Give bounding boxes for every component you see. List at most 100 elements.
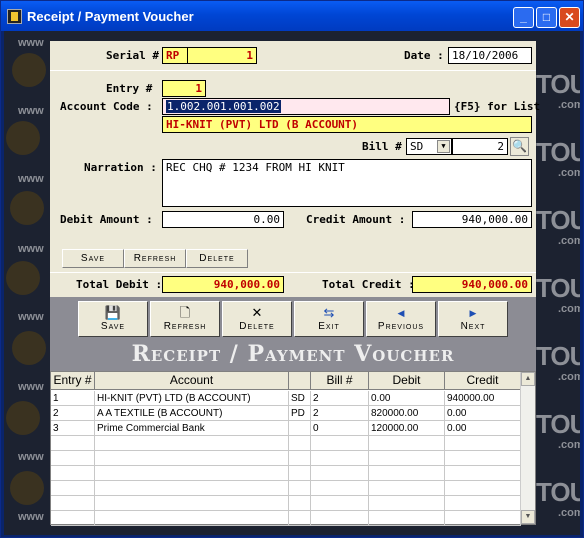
column-header-entry[interactable]: Entry #	[51, 372, 95, 390]
table-cell[interactable]: A A TEXTILE (B ACCOUNT)	[95, 406, 289, 421]
empty-table-cell[interactable]	[95, 496, 289, 511]
bill-type-select[interactable]: SD ▼	[406, 138, 452, 155]
empty-table-cell[interactable]	[445, 481, 521, 496]
column-header-debit[interactable]: Debit	[369, 372, 445, 390]
watermark-text: .com	[558, 235, 580, 247]
empty-table-cell[interactable]	[445, 496, 521, 511]
empty-table-cell[interactable]	[289, 496, 311, 511]
empty-table-cell[interactable]	[445, 466, 521, 481]
table-cell[interactable]: 0	[311, 421, 369, 436]
empty-table-cell[interactable]	[95, 436, 289, 451]
column-header-account[interactable]: Account	[95, 372, 289, 390]
f5-list-hint: {F5} for List	[454, 100, 541, 113]
credit-amount-field[interactable]: 940,000.00	[412, 211, 532, 228]
watermark-text: www	[18, 105, 44, 117]
empty-table-cell[interactable]	[51, 496, 95, 511]
table-cell[interactable]: 1	[51, 391, 95, 406]
empty-table-cell[interactable]	[311, 511, 369, 526]
table-cell[interactable]: 0.00	[445, 406, 521, 421]
empty-table-cell[interactable]	[311, 496, 369, 511]
title-bar[interactable]: Receipt / Payment Voucher _ □ ✕	[1, 1, 583, 31]
table-cell[interactable]: SD	[289, 391, 311, 406]
empty-table-cell[interactable]	[51, 451, 95, 466]
table-cell[interactable]: 2	[311, 406, 369, 421]
empty-table-cell[interactable]	[51, 436, 95, 451]
vertical-scrollbar[interactable]: ▲ ▼	[520, 372, 535, 524]
entry-label: Entry #	[106, 82, 153, 95]
bill-number-field[interactable]: 2	[452, 138, 508, 155]
table-cell[interactable]: HI-KNIT (PVT) LTD (B ACCOUNT)	[95, 391, 289, 406]
empty-table-cell[interactable]	[289, 466, 311, 481]
new-document-icon: 🗋	[179, 305, 191, 320]
table-cell[interactable]	[289, 421, 311, 436]
column-header-bill[interactable]: Bill #	[311, 372, 369, 390]
entries-grid[interactable]: Entry # Account Bill # Debit Credit 1 HI…	[50, 371, 536, 526]
toolbar-delete-button[interactable]: ✕ Delete	[222, 301, 292, 337]
empty-table-cell[interactable]	[289, 481, 311, 496]
empty-table-cell[interactable]	[369, 481, 445, 496]
empty-table-cell[interactable]	[369, 436, 445, 451]
empty-table-cell[interactable]	[51, 481, 95, 496]
empty-table-cell[interactable]	[445, 436, 521, 451]
empty-table-cell[interactable]	[289, 451, 311, 466]
empty-table-cell[interactable]	[369, 466, 445, 481]
empty-table-cell[interactable]	[445, 451, 521, 466]
delete-button[interactable]: Delete	[186, 249, 248, 268]
empty-table-cell[interactable]	[289, 511, 311, 526]
table-cell[interactable]: PD	[289, 406, 311, 421]
watermark-blob	[6, 261, 40, 295]
empty-table-cell[interactable]	[51, 466, 95, 481]
column-header-type[interactable]	[289, 372, 311, 390]
refresh-button[interactable]: Refresh	[124, 249, 186, 268]
maximize-button[interactable]: □	[536, 7, 557, 28]
empty-table-cell[interactable]	[95, 481, 289, 496]
table-cell[interactable]: 2	[51, 406, 95, 421]
toolbar-save-button[interactable]: 💾 Save	[78, 301, 148, 337]
narration-field[interactable]: REC CHQ # 1234 FROM HI KNIT	[162, 159, 532, 207]
minimize-button[interactable]: _	[513, 7, 534, 28]
table-cell[interactable]: 940000.00	[445, 391, 521, 406]
empty-table-cell[interactable]	[51, 511, 95, 526]
table-cell[interactable]: 820000.00	[369, 406, 445, 421]
serial-number-field[interactable]: 1	[187, 47, 257, 64]
empty-table-cell[interactable]	[311, 466, 369, 481]
table-cell[interactable]: 2	[311, 391, 369, 406]
table-cell[interactable]: 3	[51, 421, 95, 436]
chevron-down-icon[interactable]: ▼	[437, 140, 450, 153]
table-cell[interactable]: Prime Commercial Bank	[95, 421, 289, 436]
empty-table-cell[interactable]	[369, 451, 445, 466]
table-cell[interactable]: 120000.00	[369, 421, 445, 436]
close-button[interactable]: ✕	[559, 7, 580, 28]
empty-table-cell[interactable]	[311, 481, 369, 496]
entry-number-field[interactable]: 1	[162, 80, 206, 97]
arrow-left-icon: ◀	[397, 308, 405, 318]
divider	[50, 70, 536, 71]
search-icon[interactable]: 🔍	[510, 137, 529, 156]
empty-table-cell[interactable]	[95, 451, 289, 466]
empty-table-cell[interactable]	[311, 451, 369, 466]
empty-table-cell[interactable]	[95, 511, 289, 526]
toolbar-refresh-button[interactable]: 🗋 Refresh	[150, 301, 220, 337]
toolbar-previous-button[interactable]: ◀ Previous	[366, 301, 436, 337]
column-header-credit[interactable]: Credit	[445, 372, 521, 390]
empty-table-cell[interactable]	[369, 511, 445, 526]
empty-table-cell[interactable]	[95, 466, 289, 481]
empty-table-cell[interactable]	[311, 436, 369, 451]
empty-table-cell[interactable]	[445, 511, 521, 526]
scroll-down-icon[interactable]: ▼	[521, 510, 535, 524]
table-cell[interactable]: 0.00	[369, 391, 445, 406]
toolbar-next-button[interactable]: ▶ Next	[438, 301, 508, 337]
watermark-text: TOUC	[536, 69, 580, 99]
scroll-up-icon[interactable]: ▲	[521, 372, 535, 386]
debit-amount-label: Debit Amount :	[60, 213, 153, 226]
serial-prefix-field[interactable]: RP	[162, 47, 188, 64]
account-code-field[interactable]: 1.002.001.001.002	[162, 98, 450, 115]
debit-amount-field[interactable]: 0.00	[162, 211, 284, 228]
empty-table-cell[interactable]	[369, 496, 445, 511]
date-field[interactable]: 18/10/2006	[448, 47, 532, 64]
watermark-text: www	[18, 381, 44, 393]
save-button[interactable]: Save	[62, 249, 124, 268]
toolbar-exit-button[interactable]: ⇆ Exit	[294, 301, 364, 337]
empty-table-cell[interactable]	[289, 436, 311, 451]
table-cell[interactable]: 0.00	[445, 421, 521, 436]
